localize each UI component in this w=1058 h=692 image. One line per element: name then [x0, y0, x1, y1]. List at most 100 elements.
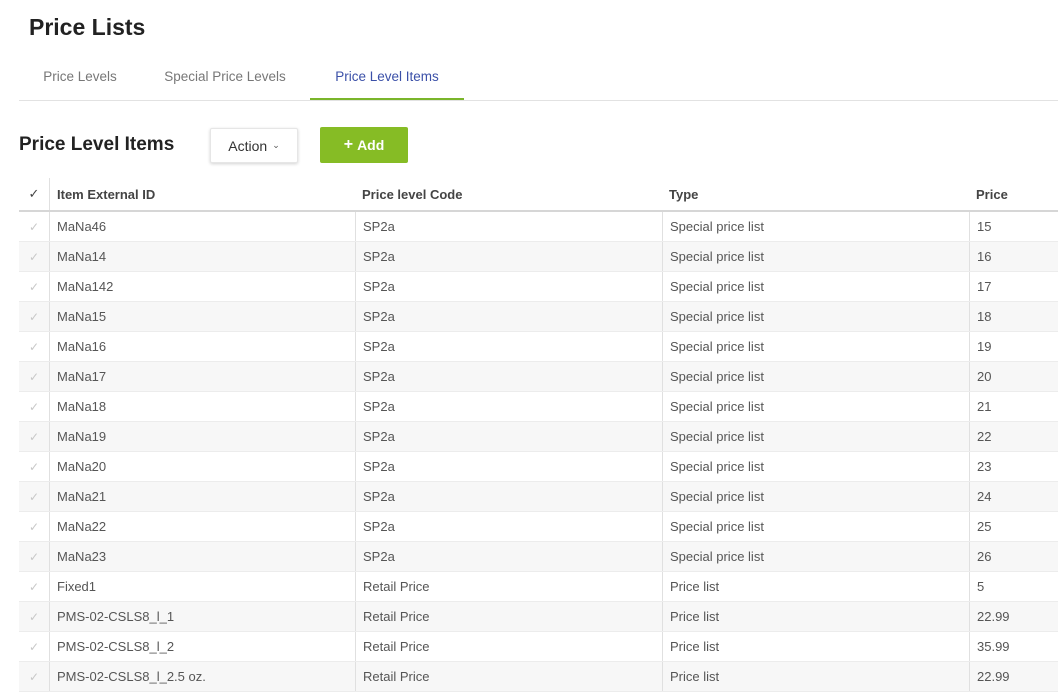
- table-row[interactable]: ✓ MaNa19 SP2a Special price list 22: [19, 422, 1058, 452]
- cell-price-level-code: Retail Price: [355, 602, 662, 631]
- cell-price: 26: [969, 542, 1058, 571]
- table-row[interactable]: ✓ MaNa20 SP2a Special price list 23: [19, 452, 1058, 482]
- cell-price: 19: [969, 332, 1058, 361]
- cell-price-level-code: SP2a: [355, 332, 662, 361]
- cell-item-external-id: MaNa21: [49, 482, 355, 511]
- row-check-icon[interactable]: ✓: [19, 362, 49, 391]
- cell-type: Special price list: [662, 242, 969, 271]
- page-title: Price Lists: [29, 14, 146, 40]
- cell-price-level-code: SP2a: [355, 272, 662, 301]
- cell-price: 18: [969, 302, 1058, 331]
- column-header-price[interactable]: Price: [969, 178, 1058, 210]
- table-row[interactable]: ✓ PMS-02-CSLS8_l_2 Retail Price Price list 3…: [19, 632, 1058, 662]
- cell-item-external-id: MaNa15: [49, 302, 355, 331]
- table-row[interactable]: ✓ Fixed1 Retail Price Price list 5: [19, 572, 1058, 602]
- cell-price-level-code: SP2a: [355, 422, 662, 451]
- plus-icon: +: [343, 136, 354, 153]
- cell-item-external-id: PMS-02-CSLS8_l_2: [49, 632, 355, 661]
- column-header-item-external-id[interactable]: Item External ID: [49, 178, 355, 210]
- cell-price-level-code: SP2a: [355, 542, 662, 571]
- row-check-icon[interactable]: ✓: [19, 602, 49, 631]
- cell-price: 21: [969, 392, 1058, 421]
- row-check-icon[interactable]: ✓: [19, 212, 49, 241]
- cell-type: Special price list: [662, 302, 969, 331]
- table-row[interactable]: ✓ MaNa46 SP2a Special price list 15: [19, 212, 1058, 242]
- cell-price: 22: [969, 422, 1058, 451]
- cell-type: Special price list: [662, 362, 969, 391]
- column-header-type[interactable]: Type: [662, 178, 969, 210]
- cell-item-external-id: Fixed1: [49, 572, 355, 601]
- table-row[interactable]: ✓ MaNa14 SP2a Special price list 16: [19, 242, 1058, 272]
- add-button[interactable]: + Add: [320, 127, 408, 163]
- row-check-icon[interactable]: ✓: [19, 302, 49, 331]
- row-check-icon[interactable]: ✓: [19, 332, 49, 361]
- table-row[interactable]: ✓ MaNa21 SP2a Special price list 24: [19, 482, 1058, 512]
- cell-price-level-code: Retail Price: [355, 632, 662, 661]
- cell-type: Special price list: [662, 512, 969, 541]
- cell-item-external-id: MaNa16: [49, 332, 355, 361]
- column-header-price-level-code[interactable]: Price level Code: [355, 178, 662, 210]
- cell-price-level-code: SP2a: [355, 512, 662, 541]
- tab-price-levels[interactable]: Price Levels: [19, 56, 141, 99]
- cell-price: 17: [969, 272, 1058, 301]
- table-header: ✓ Item External ID Price level Code Type…: [19, 178, 1058, 212]
- cell-item-external-id: MaNa23: [49, 542, 355, 571]
- cell-item-external-id: MaNa46: [49, 212, 355, 241]
- cell-price: 5: [969, 572, 1058, 601]
- cell-type: Special price list: [662, 422, 969, 451]
- cell-item-external-id: MaNa19: [49, 422, 355, 451]
- table-row[interactable]: ✓ MaNa16 SP2a Special price list 19: [19, 332, 1058, 362]
- cell-price: 23: [969, 452, 1058, 481]
- cell-price-level-code: Retail Price: [355, 572, 662, 601]
- tab-price-level-items[interactable]: Price Level Items: [310, 56, 464, 100]
- row-check-icon[interactable]: ✓: [19, 512, 49, 541]
- cell-price-level-code: SP2a: [355, 302, 662, 331]
- action-button-label: Action: [228, 137, 268, 154]
- row-check-icon[interactable]: ✓: [19, 422, 49, 451]
- cell-type: Price list: [662, 602, 969, 631]
- row-check-icon[interactable]: ✓: [19, 242, 49, 271]
- cell-price-level-code: SP2a: [355, 362, 662, 391]
- cell-price: 35.99: [969, 632, 1058, 661]
- cell-item-external-id: PMS-02-CSLS8_l_2.5 oz.: [49, 662, 355, 691]
- add-button-label: Add: [357, 137, 385, 153]
- row-check-icon[interactable]: ✓: [19, 632, 49, 661]
- table-row[interactable]: ✓ MaNa15 SP2a Special price list 18: [19, 302, 1058, 332]
- cell-item-external-id: MaNa17: [49, 362, 355, 391]
- table-row[interactable]: ✓ PMS-02-CSLS8_l_2.5 oz. Retail Price Price…: [19, 662, 1058, 692]
- cell-price: 24: [969, 482, 1058, 511]
- row-check-icon[interactable]: ✓: [19, 572, 49, 601]
- cell-price-level-code: SP2a: [355, 482, 662, 511]
- cell-price: 25: [969, 512, 1058, 541]
- table-row[interactable]: ✓ MaNa18 SP2a Special price list 21: [19, 392, 1058, 422]
- row-check-icon[interactable]: ✓: [19, 452, 49, 481]
- table-row[interactable]: ✓ MaNa22 SP2a Special price list 25: [19, 512, 1058, 542]
- row-check-icon[interactable]: ✓: [19, 392, 49, 421]
- action-button[interactable]: Action ⌄: [210, 128, 298, 163]
- row-check-icon[interactable]: ✓: [19, 272, 49, 301]
- cell-type: Special price list: [662, 452, 969, 481]
- cell-item-external-id: MaNa142: [49, 272, 355, 301]
- cell-price: 20: [969, 362, 1058, 391]
- table-row[interactable]: ✓ MaNa23 SP2a Special price list 26: [19, 542, 1058, 572]
- cell-price-level-code: Retail Price: [355, 662, 662, 691]
- chevron-down-icon: ⌄: [272, 140, 280, 150]
- row-check-icon[interactable]: ✓: [19, 482, 49, 511]
- table-row[interactable]: ✓ PMS-02-CSLS8_l_1 Retail Price Price list 2…: [19, 602, 1058, 632]
- cell-type: Special price list: [662, 542, 969, 571]
- cell-price: 16: [969, 242, 1058, 271]
- select-all-check-icon[interactable]: ✓: [19, 178, 49, 210]
- table-row[interactable]: ✓ MaNa142 SP2a Special price list 17: [19, 272, 1058, 302]
- cell-type: Special price list: [662, 212, 969, 241]
- cell-price: 22.99: [969, 602, 1058, 631]
- row-check-icon[interactable]: ✓: [19, 542, 49, 571]
- cell-price-level-code: SP2a: [355, 452, 662, 481]
- row-check-icon[interactable]: ✓: [19, 662, 49, 691]
- table-row[interactable]: ✓ MaNa17 SP2a Special price list 20: [19, 362, 1058, 392]
- cell-price-level-code: SP2a: [355, 242, 662, 271]
- cell-item-external-id: MaNa14: [49, 242, 355, 271]
- cell-type: Special price list: [662, 272, 969, 301]
- cell-type: Special price list: [662, 482, 969, 511]
- cell-item-external-id: MaNa22: [49, 512, 355, 541]
- tab-special-price-levels[interactable]: Special Price Levels: [151, 56, 299, 99]
